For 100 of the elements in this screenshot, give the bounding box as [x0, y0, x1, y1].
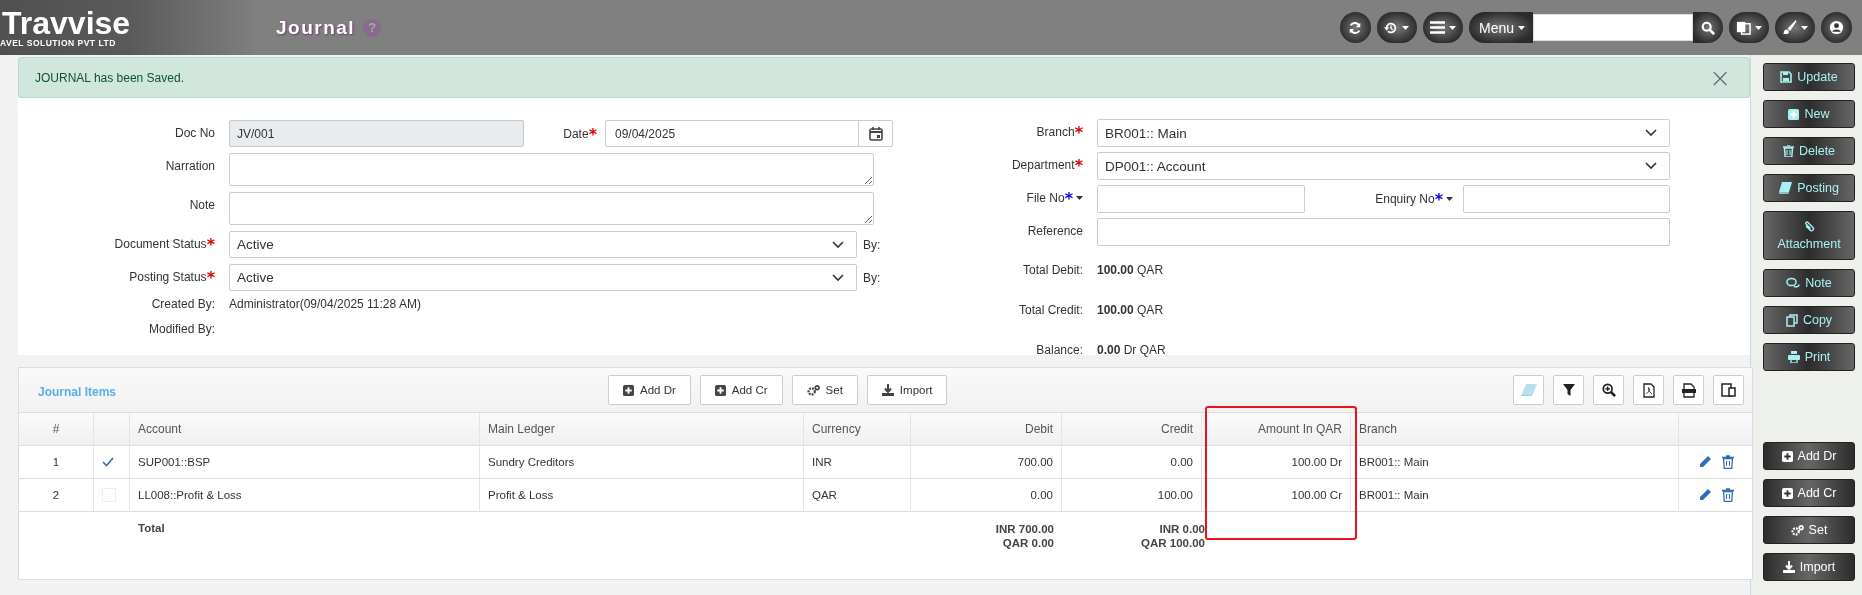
select-field[interactable]: Active: [229, 231, 857, 258]
zoom-in-button[interactable]: [1593, 375, 1624, 405]
sidebar-button[interactable]: Add Cr: [1763, 479, 1855, 507]
trash-icon[interactable]: [1721, 488, 1734, 502]
table-cell: INR: [804, 446, 911, 479]
sidebar-button[interactable]: Add Dr: [1763, 442, 1855, 470]
field-label: Narration: [165, 159, 215, 173]
csv-file-button[interactable]: [1673, 375, 1704, 405]
search-button[interactable]: [1693, 12, 1723, 43]
search-field[interactable]: [1533, 14, 1693, 41]
toolbar-button[interactable]: Add Cr: [699, 375, 783, 405]
text-field[interactable]: [1097, 218, 1670, 246]
pencil-icon[interactable]: [1697, 488, 1712, 502]
plus-icon: [1781, 450, 1793, 462]
eraser-icon: [1520, 384, 1537, 396]
column-header: Amount In QAR: [1202, 413, 1351, 446]
trash-icon[interactable]: [1721, 455, 1734, 469]
caret-icon[interactable]: [1446, 197, 1453, 201]
required-mark: *: [1434, 190, 1443, 209]
filter-button[interactable]: [1553, 375, 1584, 405]
total-credit: INR 0.00 QAR 100.00: [1140, 522, 1206, 551]
toolbar-button[interactable]: Add Dr: [608, 375, 691, 405]
required-mark: *: [588, 124, 597, 144]
chevron-down-icon: [832, 240, 844, 249]
table-cell: 0.00: [911, 479, 1062, 512]
brush-icon: [1782, 20, 1797, 35]
text-field[interactable]: [1463, 185, 1670, 213]
by-label: By:: [863, 270, 881, 285]
pdf-file-button[interactable]: [1633, 375, 1664, 405]
by-label: By:: [863, 237, 881, 252]
filter-icon: [1562, 384, 1575, 396]
close-button[interactable]: ×: [1709, 64, 1731, 91]
sidebar-button[interactable]: Update: [1763, 63, 1855, 91]
caret-icon: [1755, 25, 1762, 30]
menu-button[interactable]: Menu: [1468, 12, 1533, 43]
table-cell: BR001:: Main: [1351, 446, 1679, 479]
refresh-icon: [1348, 20, 1363, 35]
refresh-button[interactable]: [1339, 12, 1371, 43]
plus-icon: [1788, 108, 1800, 120]
csv-file-icon: [1681, 382, 1696, 398]
caret-icon: [1402, 25, 1410, 30]
list-button[interactable]: [1422, 12, 1463, 43]
column-header: Currency: [804, 413, 911, 446]
column-header: #: [19, 413, 94, 446]
text-field[interactable]: [1097, 185, 1305, 213]
plus-icon: [714, 384, 726, 396]
gears-icon: [1790, 524, 1804, 536]
history-button[interactable]: [1376, 12, 1417, 43]
sidebar-button[interactable]: Copy: [1763, 306, 1855, 334]
sidebar-button[interactable]: Attachment: [1763, 211, 1855, 260]
printer-icon: [1787, 351, 1800, 363]
sidebar-button[interactable]: Delete: [1763, 137, 1855, 165]
table-cell: LL008::Profit & Loss: [130, 479, 480, 512]
user-icon: [1829, 20, 1844, 35]
field-label: Note: [189, 198, 215, 212]
sidebar-button[interactable]: Import: [1763, 553, 1855, 581]
copy-icon: [1785, 313, 1798, 327]
column-header: Branch: [1351, 413, 1679, 446]
field-label: Total Credit:: [1018, 303, 1083, 317]
table-cell: 100.00: [1062, 479, 1202, 512]
sidebar-button[interactable]: Note: [1763, 269, 1855, 297]
menu-icon: [1429, 21, 1445, 34]
caret-icon: [1518, 25, 1525, 30]
table-cell: Profit & Loss: [480, 479, 804, 512]
total-label: Total: [138, 522, 165, 534]
chevron-down-icon: [832, 273, 844, 282]
sidebar-button[interactable]: Set: [1763, 516, 1855, 544]
select-field[interactable]: DP001:: Account: [1097, 152, 1670, 180]
select-field[interactable]: Active: [229, 264, 857, 291]
save-icon: [1780, 71, 1793, 83]
search-icon: [1701, 20, 1715, 35]
pencil-icon[interactable]: [1697, 455, 1712, 469]
calendar-icon: [868, 126, 883, 141]
history-icon: [1384, 20, 1399, 35]
user-button[interactable]: [1821, 12, 1852, 43]
pdf-file-icon: [1642, 382, 1655, 398]
gears-icon: [806, 384, 820, 396]
toolbar-button[interactable]: Import: [866, 375, 948, 405]
required-mark: *: [1074, 156, 1083, 175]
chevron-down-icon: [1645, 129, 1657, 137]
table-cell: SUP001::BSP: [130, 446, 480, 479]
columns-button[interactable]: [1713, 375, 1744, 405]
table-cell: QAR: [804, 479, 911, 512]
plus-icon: [623, 384, 634, 396]
sidebar-button[interactable]: Posting: [1763, 174, 1855, 202]
toolbar-button[interactable]: Set: [791, 375, 858, 405]
language-button[interactable]: [1729, 12, 1769, 43]
table-cell: Sundry Creditors: [480, 446, 804, 479]
section-title: Journal Items: [38, 385, 118, 399]
chat-icon: [1786, 277, 1801, 289]
field-label: Doc No: [175, 126, 215, 140]
sidebar-button[interactable]: Print: [1763, 343, 1855, 371]
zoom-in-icon: [1601, 383, 1616, 397]
theme-button[interactable]: [1775, 12, 1815, 43]
field-label: Total Debit:: [1022, 263, 1083, 277]
checkmark-icon[interactable]: [102, 457, 114, 467]
sidebar-button[interactable]: New: [1763, 100, 1855, 128]
column-header: Debit: [911, 413, 1062, 446]
caret-icon[interactable]: [1076, 196, 1083, 200]
select-field[interactable]: BR001:: Main: [1097, 119, 1670, 147]
